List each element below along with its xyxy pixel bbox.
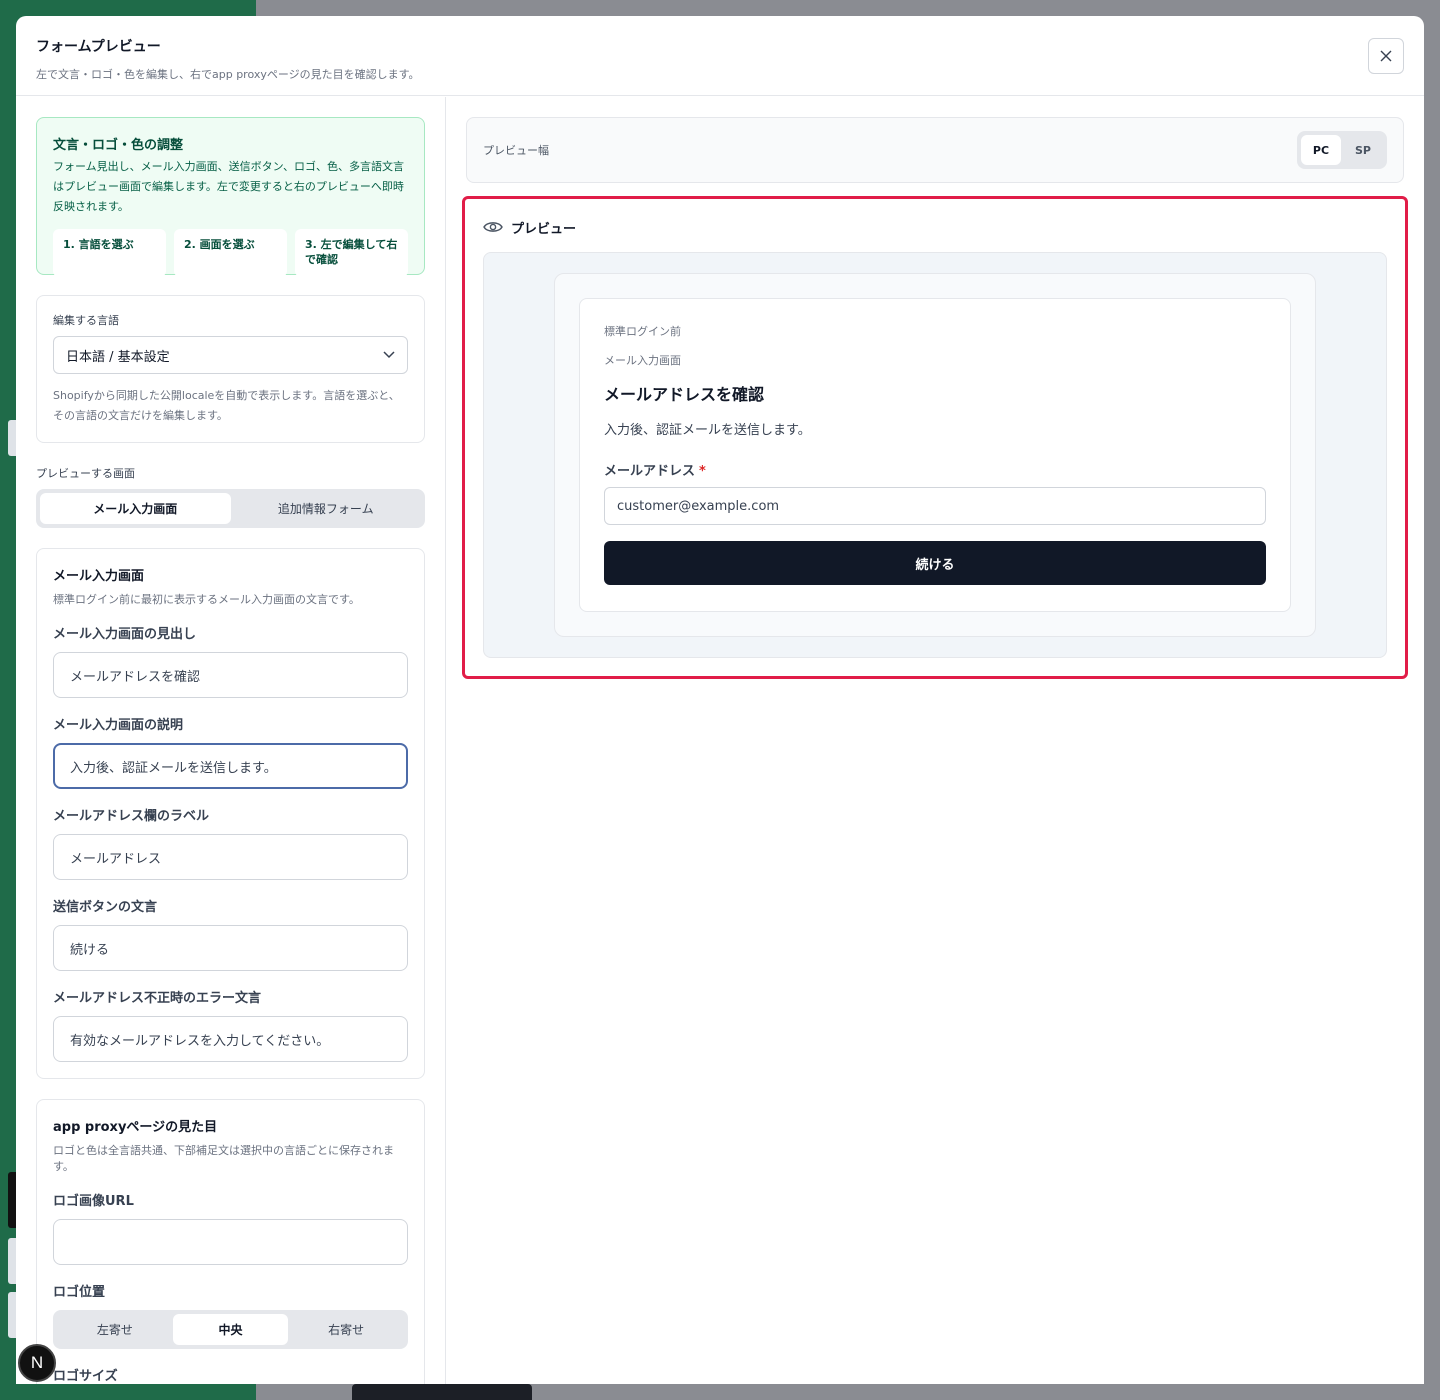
modal-header: フォームプレビュー 左で文言・ロゴ・色を編集し、右でapp proxyページの見… [16, 16, 1424, 96]
tips-body: フォーム見出し、メール入力画面、送信ボタン、ロゴ、色、多言語文言はプレビュー画面… [53, 160, 405, 213]
modal-subtitle: 左で文言・ロゴ・色を編集し、右でapp proxyページの見た目を確認します。 [36, 68, 420, 81]
preview-frame: プレビュー 標準ログイン前 メール入力画面 メールアドレスを確認 入力後、認証メ… [462, 196, 1408, 679]
preview-heading: メールアドレスを確認 [604, 385, 765, 404]
width-sp-button[interactable]: SP [1343, 135, 1383, 165]
close-icon [1380, 50, 1392, 62]
email-screen-card: メール入力画面 標準ログイン前に最初に表示するメール入力画面の文言です。 メール… [36, 548, 425, 1079]
preview-continue-button[interactable]: 続ける [604, 541, 1266, 585]
logo-url-input[interactable] [53, 1219, 408, 1265]
preview-kicker: 標準ログイン前 [604, 325, 681, 338]
language-help: Shopifyから同期した公開localeを自動で表示します。言語を選ぶと、その… [53, 389, 400, 422]
preview-step: メール入力画面 [604, 354, 681, 367]
heading-input[interactable]: メールアドレスを確認 [53, 652, 408, 698]
screen-tab-additional-info[interactable]: 追加情報フォーム [231, 493, 422, 524]
preview-panel: プレビュー幅 PC SP プレビュー 標準ログイン前 メール入力画面 メールアド… [446, 97, 1424, 1384]
background-button [352, 1384, 532, 1400]
preview-email-label-text: メールアドレス [604, 464, 696, 479]
logo-position-switch: 左寄せ 中央 右寄せ [53, 1310, 408, 1349]
appearance-card: app proxyページの見た目 ロゴと色は全言語共通、下部補足文は選択中の言語… [36, 1099, 425, 1384]
button-text-input[interactable]: 続ける [53, 925, 408, 971]
field-label: 送信ボタンの文言 [53, 900, 158, 915]
email-screen-title: メール入力画面 [53, 569, 145, 584]
logo-size-label: ロゴサイズ [53, 1369, 118, 1384]
preview-title: プレビュー [511, 221, 577, 237]
form-preview-modal: フォームプレビュー 左で文言・ロゴ・色を編集し、右でapp proxyページの見… [16, 16, 1424, 1384]
dev-tools-badge[interactable]: N [18, 1344, 56, 1382]
email-label-input[interactable]: メールアドレス [53, 834, 408, 880]
language-select[interactable]: 日本語 / 基本設定 [53, 336, 408, 374]
tips-steps: 1. 言語を選ぶ 2. 画面を選ぶ 3. 左で編集して右で確認 [53, 229, 408, 277]
email-screen-desc: 標準ログイン前に最初に表示するメール入力画面の文言です。 [53, 593, 360, 606]
preview-width-bar: プレビュー幅 PC SP [466, 117, 1404, 183]
field-label: メールアドレス欄のラベル [53, 809, 210, 824]
screen-switch: メール入力画面 追加情報フォーム [36, 489, 425, 528]
error-text-input[interactable]: 有効なメールアドレスを入力してください。 [53, 1016, 408, 1062]
screen-tab-email[interactable]: メール入力画面 [40, 493, 231, 524]
field-label: メール入力画面の見出し [53, 627, 197, 642]
preview-description: 入力後、認証メールを送信します。 [604, 423, 811, 438]
appearance-title: app proxyページの見た目 [53, 1120, 218, 1135]
tip-step: 1. 言語を選ぶ [53, 229, 166, 277]
language-card: 編集する言語 日本語 / 基本設定 Shopifyから同期した公開localeを… [36, 295, 425, 443]
editor-panel: 文言・ロゴ・色の調整 フォーム見出し、メール入力画面、送信ボタン、ロゴ、色、多言… [16, 97, 446, 1384]
preview-header: プレビュー [483, 216, 1387, 238]
logo-url-label: ロゴ画像URL [53, 1194, 134, 1209]
required-mark: * [699, 464, 706, 479]
field-label: メールアドレス不正時のエラー文言 [53, 991, 262, 1006]
modal-title: フォームプレビュー [36, 39, 161, 55]
preview-card: 標準ログイン前 メール入力画面 メールアドレスを確認 入力後、認証メールを送信し… [579, 298, 1291, 612]
description-input[interactable]: 入力後、認証メールを送信します。 [53, 743, 408, 789]
logo-position-label: ロゴ位置 [53, 1285, 106, 1300]
close-button[interactable] [1368, 38, 1404, 74]
chevron-down-icon [383, 351, 395, 359]
tips-title: 文言・ロゴ・色の調整 [53, 138, 184, 153]
width-pc-button[interactable]: PC [1301, 135, 1341, 165]
preview-canvas: 標準ログイン前 メール入力画面 メールアドレスを確認 入力後、認証メールを送信し… [483, 252, 1387, 658]
logo-position-center[interactable]: 中央 [172, 1314, 289, 1345]
language-caption: 編集する言語 [53, 314, 119, 327]
preview-width-label: プレビュー幅 [483, 144, 549, 157]
tips-card: 文言・ロゴ・色の調整 フォーム見出し、メール入力画面、送信ボタン、ロゴ、色、多言… [36, 117, 425, 277]
appearance-desc: ロゴと色は全言語共通、下部補足文は選択中の言語ごとに保存されます。 [53, 1144, 394, 1173]
eye-icon [483, 222, 503, 232]
preview-width-toggle: PC SP [1297, 131, 1387, 169]
language-selected: 日本語 / 基本設定 [66, 349, 170, 365]
tip-step: 3. 左で編集して右で確認 [295, 229, 408, 277]
logo-position-right[interactable]: 右寄せ [288, 1314, 404, 1345]
screen-caption: プレビューする画面 [36, 467, 135, 480]
field-label: メール入力画面の説明 [53, 718, 184, 733]
preview-email-label: メールアドレス * [604, 460, 1266, 479]
logo-position-left[interactable]: 左寄せ [57, 1314, 173, 1345]
preview-email-input[interactable]: customer@example.com [604, 487, 1266, 525]
preview-shell: 標準ログイン前 メール入力画面 メールアドレスを確認 入力後、認証メールを送信し… [554, 273, 1316, 637]
tip-step: 2. 画面を選ぶ [174, 229, 287, 277]
